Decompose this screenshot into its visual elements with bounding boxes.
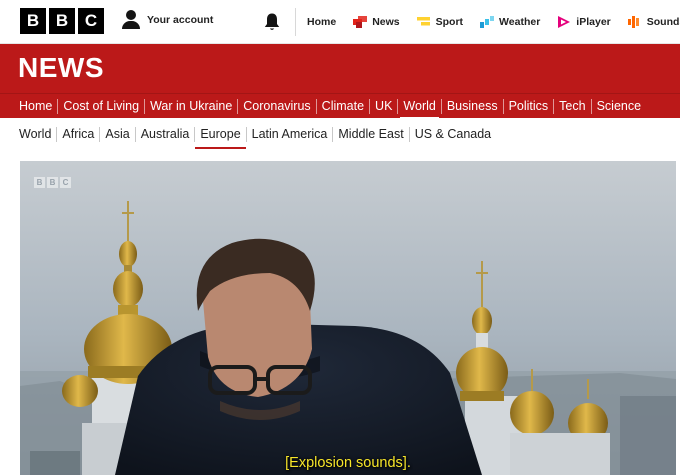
global-nav: Home News Sport Weather iPlayer Sound — [307, 0, 680, 44]
sub-nav-item-europe[interactable]: Europe — [195, 126, 247, 149]
global-nav-home[interactable]: Home — [307, 16, 336, 28]
sport-icon — [416, 17, 430, 26]
sounds-icon — [627, 16, 639, 28]
main-nav-item-home[interactable]: Home — [14, 99, 59, 114]
sub-nav-item-asia[interactable]: Asia — [100, 126, 136, 142]
global-nav-sounds[interactable]: Sounds — [627, 16, 680, 28]
global-nav-sport[interactable]: Sport — [416, 16, 464, 28]
main-nav-item-coronavirus[interactable]: Coronavirus — [238, 99, 317, 114]
main-nav-item-uk[interactable]: UK — [370, 99, 399, 114]
main-nav-item-cost-of-living[interactable]: Cost of Living — [58, 99, 146, 114]
sub-nav-item-middle-east[interactable]: Middle East — [333, 126, 410, 142]
news-title[interactable]: NEWS — [18, 52, 104, 84]
global-nav-iplayer[interactable]: iPlayer — [557, 16, 611, 28]
logo-letter-b1: B — [20, 8, 46, 34]
news-main-nav: Home Cost of Living War in Ukraine Coron… — [0, 93, 680, 120]
bell-icon[interactable] — [263, 12, 281, 32]
global-nav-weather[interactable]: Weather — [480, 16, 540, 28]
news-icon — [353, 16, 368, 28]
main-nav-item-climate[interactable]: Climate — [317, 99, 371, 114]
global-nav-label: Weather — [499, 16, 541, 28]
watermark-letter: B — [34, 177, 45, 188]
global-nav-news[interactable]: News — [353, 16, 400, 28]
logo-letter-b2: B — [49, 8, 75, 34]
world-sub-nav: World Africa Asia Australia Europe Latin… — [0, 118, 680, 150]
global-nav-label: Sport — [435, 16, 464, 28]
global-nav-label: Home — [307, 16, 337, 28]
sub-nav-item-us-canada[interactable]: US & Canada — [410, 127, 496, 142]
sub-nav-item-australia[interactable]: Australia — [136, 126, 196, 142]
watermark-letter: B — [47, 177, 58, 188]
video-frame — [20, 161, 676, 475]
global-header: B B C Your account Home News Sport Weath… — [0, 0, 680, 44]
sub-nav-item-africa[interactable]: Africa — [57, 126, 101, 142]
video-player[interactable]: B B C [Explosion sounds]. — [20, 161, 676, 475]
sub-nav-item-latin-america[interactable]: Latin America — [247, 126, 334, 142]
weather-icon — [480, 16, 495, 28]
bbc-watermark: B B C — [34, 177, 71, 188]
sub-nav-item-world[interactable]: World — [14, 126, 58, 142]
main-nav-item-business[interactable]: Business — [442, 99, 504, 114]
news-masthead: NEWS — [0, 44, 680, 93]
header-divider — [295, 8, 296, 36]
watermark-letter: C — [60, 177, 71, 188]
main-nav-item-war-in-ukraine[interactable]: War in Ukraine — [145, 99, 239, 114]
iplayer-icon — [558, 16, 571, 28]
main-nav-item-world[interactable]: World — [398, 99, 442, 120]
video-subtitle: [Explosion sounds]. — [285, 455, 411, 471]
main-nav-item-politics[interactable]: Politics — [504, 99, 555, 114]
global-nav-label: Sounds — [646, 16, 680, 28]
main-nav-item-science[interactable]: Science — [592, 99, 646, 114]
account-label: Your account — [147, 14, 214, 26]
global-nav-label: News — [372, 16, 400, 28]
bbc-logo[interactable]: B B C — [20, 8, 104, 34]
user-icon — [122, 10, 140, 30]
main-nav-item-tech[interactable]: Tech — [554, 99, 592, 114]
global-nav-label: iPlayer — [576, 16, 611, 28]
logo-letter-c: C — [78, 8, 104, 34]
account-link[interactable]: Your account — [122, 10, 213, 30]
